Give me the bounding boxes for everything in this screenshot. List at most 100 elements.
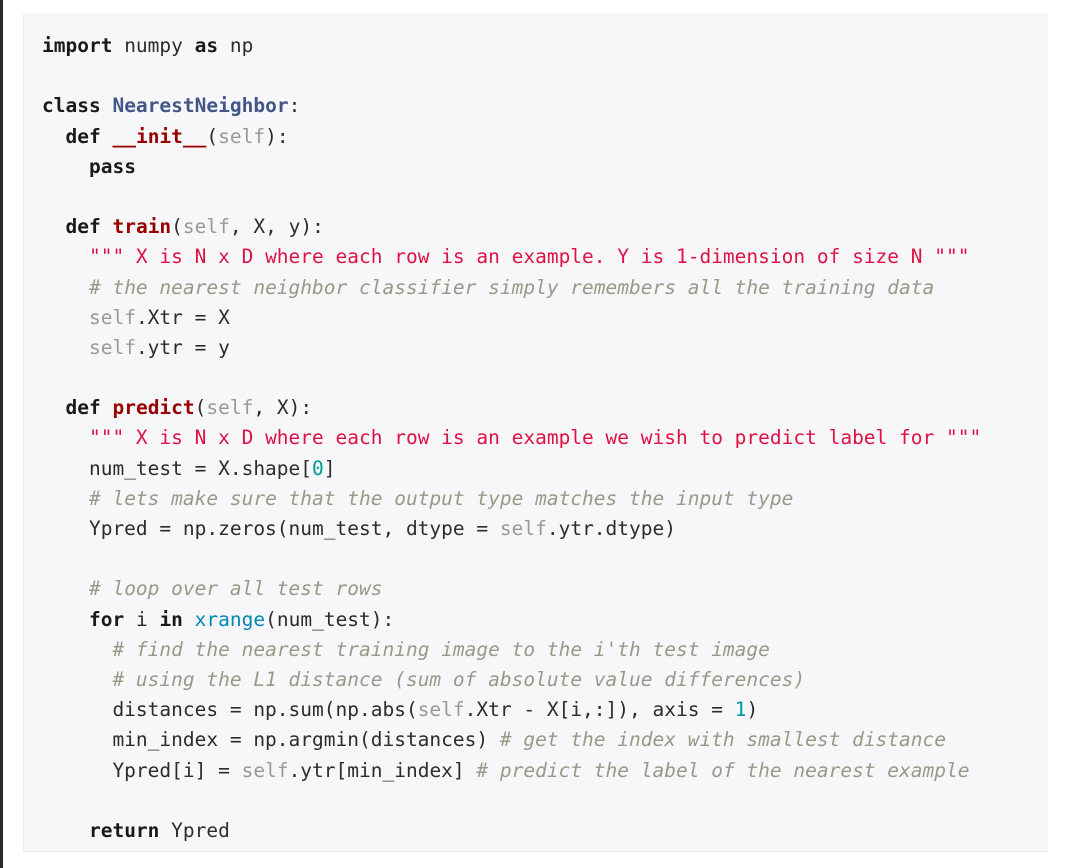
code-line: # lets make sure that the output type ma… [42,484,981,514]
code-line: # loop over all test rows [42,574,981,604]
code-line: def train(self, X, y): [42,212,981,242]
code-line: # using the L1 distance (sum of absolute… [42,665,981,695]
code-line: # the nearest neighbor classifier simply… [42,273,981,303]
self-token: self [218,124,266,148]
keyword-token: class [42,94,101,118]
code-token: ] [323,456,336,480]
code-line: min_index = np.argmin(distances) # get t… [42,725,981,755]
code-line: for i in xrange(num_test): [42,605,981,635]
code-token: ( [194,396,207,420]
code-line: Ypred[i] = self.ytr[min_index] # predict… [42,756,981,786]
keyword-token: def [65,396,101,420]
comment-token: # using the L1 distance (sum of absolute… [112,667,806,691]
self-token: self [88,305,136,329]
code-line: Ypred = np.zeros(num_test, dtype = self.… [42,514,981,544]
number-token: 0 [312,456,324,480]
comment-token: # find the nearest training image to the… [112,637,770,661]
keyword-token: def [65,124,101,148]
code-listing: import numpy as np class NearestNeighbor… [42,31,981,846]
function-name-token: __init__ [112,124,207,148]
code-token: .Xtr = X [135,305,230,329]
code-token: distances = np.sum(np.abs( [42,698,418,722]
code-token: ( [206,124,219,148]
code-token: ) [746,698,759,722]
self-token: self [417,698,465,722]
code-line: return Ypred [42,816,981,846]
code-token: , X): [253,396,313,420]
code-line: def predict(self, X): [42,393,981,423]
window-edge [0,0,3,868]
code-line: # find the nearest training image to the… [42,635,981,665]
keyword-token: in [159,607,183,631]
code-token: ( [171,215,183,239]
self-token: self [182,215,230,239]
keyword-token: return [88,818,160,842]
code-line: self.ytr = y [42,333,981,363]
code-token: .ytr.dtype) [546,517,676,540]
keyword-token: def [65,215,101,239]
self-token: self [499,517,547,540]
code-token: i [124,607,160,631]
code-line: num_test = X.shape[0] [42,454,981,484]
keyword-token: import [42,34,113,57]
comment-token: # the nearest neighbor classifier simply… [88,275,935,299]
code-line: """ X is N x D where each row is an exam… [42,242,981,272]
code-token: ): [265,124,289,148]
code-block: import numpy as np class NearestNeighbor… [23,14,1048,852]
function-name-token: train [112,215,172,239]
code-token: (num_test): [265,607,395,631]
self-token: self [241,758,289,782]
code-token: min_index = np.argmin(distances) [42,728,500,752]
string-token: """ X is N x D where each row is an exam… [88,426,982,450]
builtin-token: xrange [194,607,266,631]
code-line: def __init__(self): [42,122,981,152]
code-token: num_test = X.shape[ [42,456,313,480]
code-line: distances = np.sum(np.abs(self.Xtr - X[i… [42,695,981,725]
code-token: : [288,94,301,118]
code-token: , X, y): [229,215,324,239]
function-name-token: predict [112,396,195,420]
code-token: Ypred[i] = [42,758,242,782]
code-line: class NearestNeighbor: [42,91,981,121]
code-line: pass [42,152,981,182]
code-token: .ytr = y [135,335,230,359]
code-line: self.Xtr = X [42,303,981,333]
keyword-token: as [194,34,219,57]
keyword-token: for [88,607,125,631]
class-name-token: NearestNeighbor [112,94,289,118]
code-token: np [218,34,254,57]
self-token: self [88,335,136,359]
code-line: """ X is N x D where each row is an exam… [42,423,981,453]
comment-token: # lets make sure that the output type ma… [88,486,794,510]
comment-token: # loop over all test rows [88,577,383,601]
number-token: 1 [734,698,747,722]
code-token: .Xtr - X[i,:]), axis = [464,698,735,722]
code-token: Ypred [159,818,230,842]
code-token: .ytr[min_index] [288,758,477,782]
string-token: """ X is N x D where each row is an exam… [88,245,970,269]
